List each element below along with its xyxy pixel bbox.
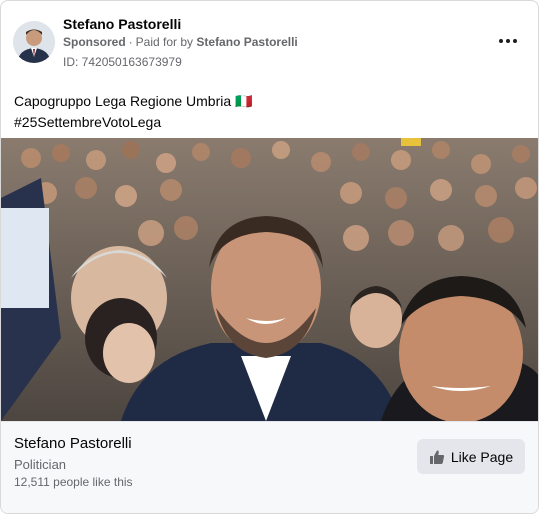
post-photo[interactable]	[1, 138, 538, 421]
paid-for-prefix: Paid for by	[135, 35, 194, 49]
page-likes-count: 12,511 people like this	[14, 475, 133, 489]
sponsored-line: Sponsored · Paid for by Stefano Pastorelli	[63, 35, 298, 49]
page-name[interactable]: Stefano Pastorelli	[14, 435, 132, 452]
like-page-label: Like Page	[450, 448, 514, 465]
author-name[interactable]: Stefano Pastorelli	[63, 16, 181, 32]
ad-card: Stefano Pastorelli Sponsored · Paid for by…	[0, 0, 539, 514]
crowd-selfie-image	[1, 138, 538, 421]
paid-for-name[interactable]: Stefano Pastorelli	[196, 35, 297, 49]
post-header: Stefano Pastorelli Sponsored · Paid for by…	[1, 1, 538, 81]
ad-id: ID: 742050163673979	[63, 55, 182, 69]
like-page-button[interactable]: Like Page	[417, 439, 525, 474]
page-category: Politician	[14, 457, 67, 472]
avatar-image	[13, 21, 55, 63]
avatar[interactable]	[13, 21, 55, 63]
more-horizontal-icon	[499, 39, 503, 43]
more-options-button[interactable]	[494, 29, 522, 53]
post-text-line-1: Capogruppo Lega Regione Umbria 🇮🇹	[14, 93, 253, 109]
separator-dot: ·	[128, 35, 133, 49]
page-footer: Stefano Pastorelli Politician 12,511 peo…	[1, 421, 538, 513]
sponsored-label: Sponsored	[63, 35, 126, 49]
post-hashtag[interactable]: #25SettembreVotoLega	[14, 112, 514, 133]
post-text: Capogruppo Lega Regione Umbria 🇮🇹 #25Set…	[14, 91, 514, 133]
thumbs-up-icon	[429, 449, 444, 464]
